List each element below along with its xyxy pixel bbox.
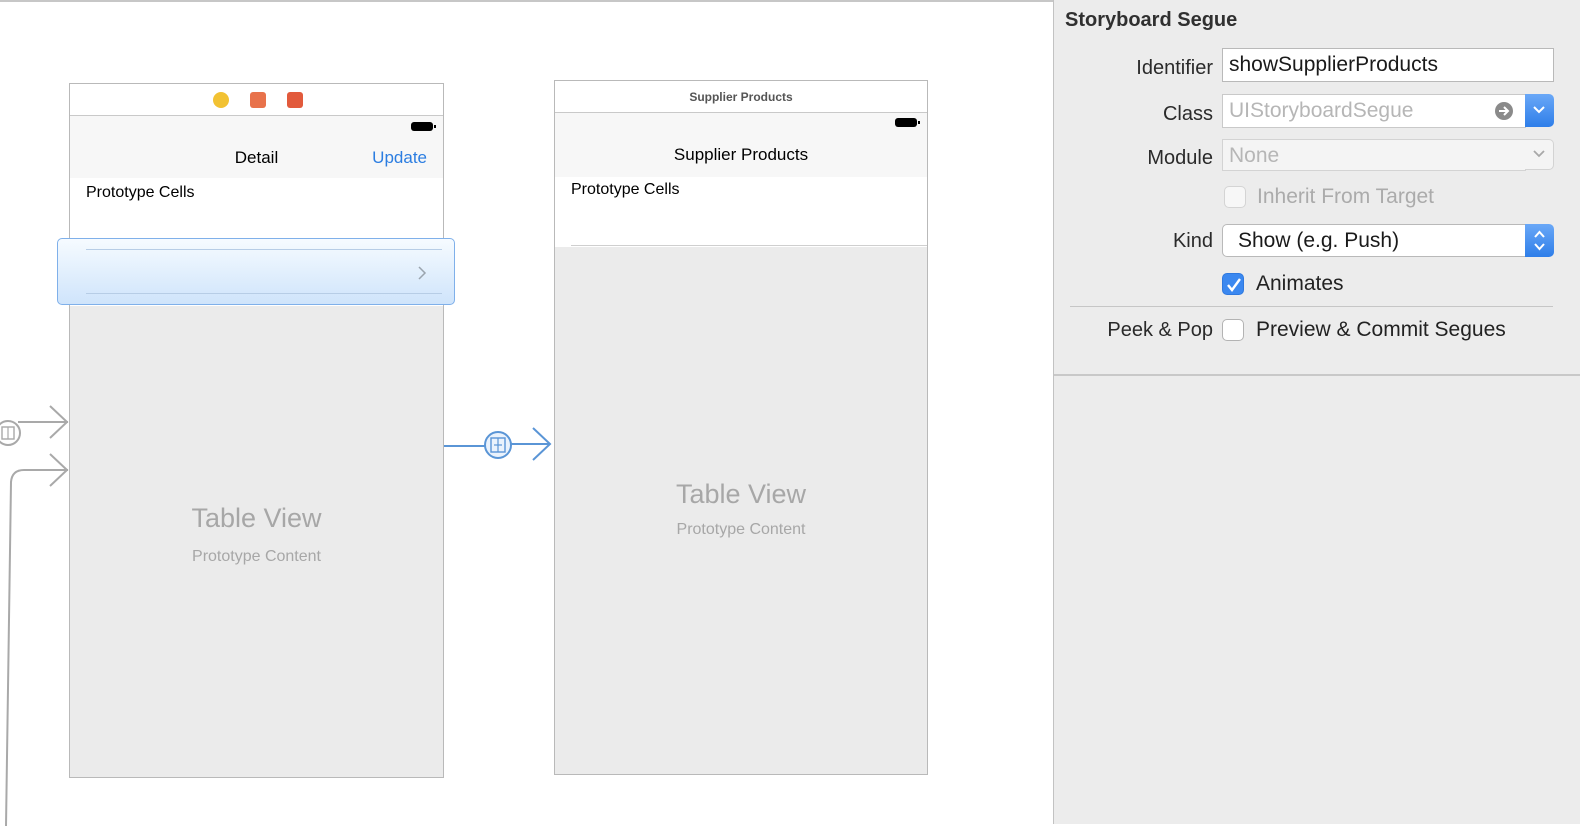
kind-dropdown-button[interactable]	[1525, 224, 1554, 257]
supplier-products-scene[interactable]: Supplier Products Supplier Products Prot…	[554, 80, 928, 775]
peek-pop-label: Peek & Pop	[1107, 319, 1213, 341]
incoming-segue-icon[interactable]	[0, 420, 21, 446]
selected-segue[interactable]	[444, 427, 552, 461]
nav-title: Supplier Products	[673, 145, 809, 164]
navigation-bar: Detail Update	[70, 116, 443, 178]
inspector-title: Storyboard Segue	[1065, 9, 1238, 31]
module-dropdown-button	[1525, 139, 1554, 170]
first-responder-icon[interactable]	[250, 92, 266, 108]
storyboard-canvas[interactable]: Detail Update Prototype Cells Table View…	[0, 0, 1053, 826]
battery-icon	[895, 118, 920, 127]
inherit-from-target-checkbox	[1224, 186, 1246, 208]
prototype-cells-label: Prototype Cells	[571, 181, 680, 198]
table-view[interactable]: Table View Prototype Content	[70, 306, 443, 777]
animates-checkbox[interactable]	[1222, 273, 1244, 295]
table-view-title: Table View	[191, 503, 322, 533]
identifier-field[interactable]: showSupplierProducts	[1222, 48, 1554, 82]
navigation-bar: Supplier Products	[555, 113, 927, 177]
class-label: Class	[1162, 103, 1213, 125]
checkmark-icon	[1227, 278, 1241, 292]
preview-commit-checkbox[interactable]	[1222, 319, 1244, 341]
exit-icon[interactable]	[287, 92, 303, 108]
chevron-right-icon	[418, 266, 427, 280]
chevron-down-icon	[1533, 106, 1545, 114]
chevron-down-icon	[1533, 150, 1545, 158]
updown-chevron-icon	[1534, 230, 1545, 251]
prototype-cell[interactable]	[57, 238, 455, 305]
prototype-cells-label: Prototype Cells	[86, 184, 195, 201]
incoming-segue-2[interactable]	[5, 453, 69, 826]
go-to-class-icon[interactable]	[1494, 101, 1514, 121]
scene-title-bar: Supplier Products	[555, 81, 927, 113]
scene-bar-title: Supplier Products	[689, 90, 793, 104]
table-view-title: Table View	[675, 479, 807, 509]
kind-value: Show (e.g. Push)	[1238, 229, 1400, 252]
table-view[interactable]: Table View Prototype Content	[555, 247, 927, 774]
class-placeholder: UIStoryboardSegue	[1229, 99, 1414, 122]
scene-dock	[70, 84, 443, 116]
incoming-segue-1[interactable]	[18, 405, 69, 439]
battery-icon	[411, 122, 436, 131]
animates-label: Animates	[1256, 272, 1344, 295]
attributes-inspector: Storyboard Segue Identifier showSupplier…	[1053, 0, 1580, 824]
class-dropdown-button[interactable]	[1525, 94, 1554, 127]
preview-commit-label: Preview & Commit Segues	[1256, 318, 1506, 341]
detail-scene[interactable]: Detail Update Prototype Cells Table View…	[69, 83, 444, 778]
inspector-divider	[1054, 374, 1580, 376]
table-view-subtitle: Prototype Content	[192, 548, 321, 565]
view-controller-icon[interactable]	[213, 92, 229, 108]
update-button[interactable]: Update	[372, 148, 427, 168]
module-placeholder: None	[1229, 144, 1280, 167]
module-label: Module	[1147, 147, 1213, 169]
kind-label: Kind	[1172, 230, 1213, 252]
module-field: None	[1222, 139, 1526, 171]
section-divider	[1070, 306, 1553, 307]
inherit-from-target-label: Inherit From Target	[1257, 185, 1435, 208]
kind-popup[interactable]: Show (e.g. Push)	[1222, 224, 1526, 257]
class-field[interactable]: UIStoryboardSegue	[1222, 94, 1526, 128]
table-view-subtitle: Prototype Content	[676, 521, 806, 538]
identifier-label: Identifier	[1136, 57, 1213, 79]
